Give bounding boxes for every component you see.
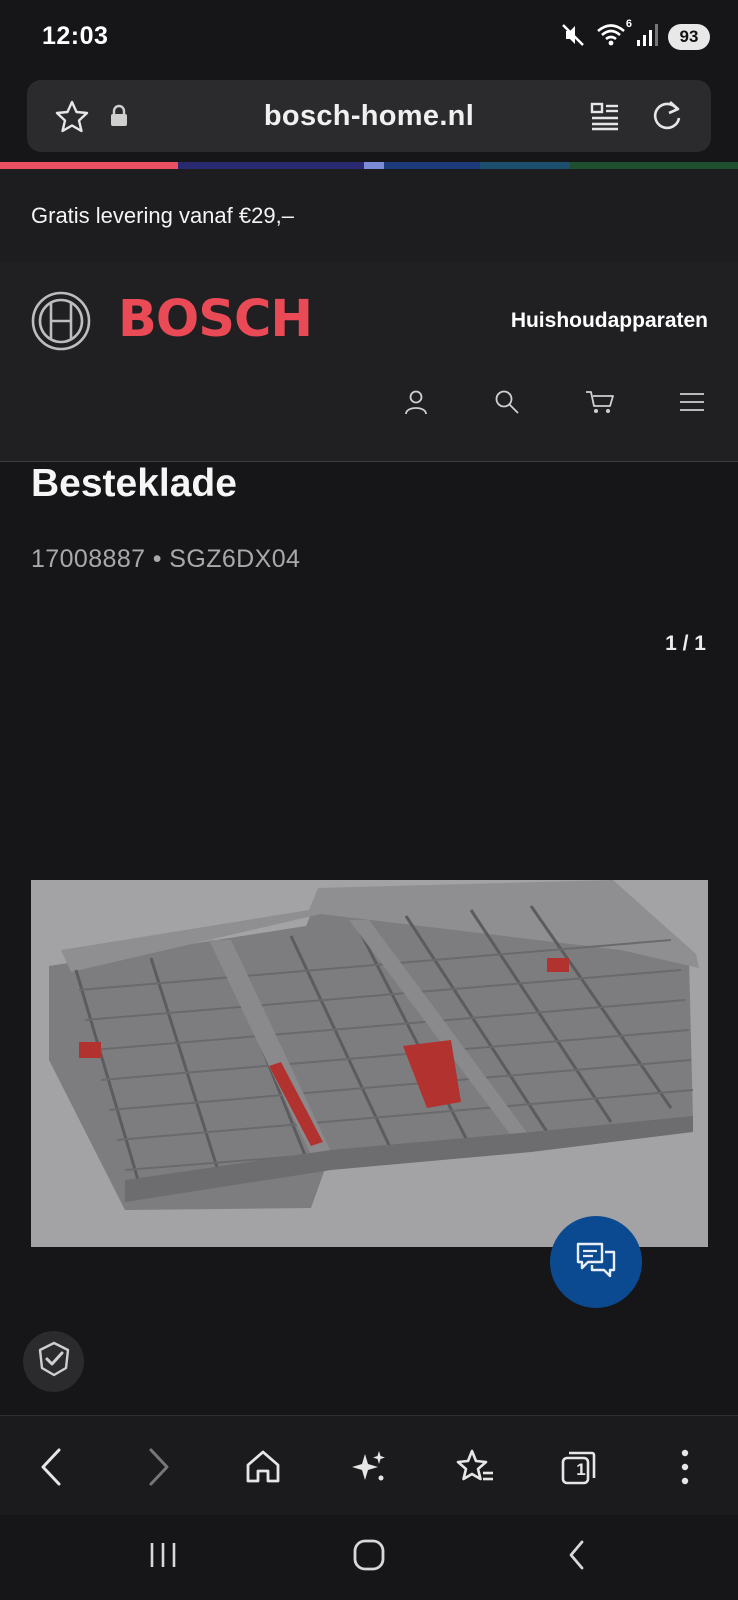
product-subtitle: 17008887 • SGZ6DX04: [31, 545, 301, 573]
product-title: Besteklade: [31, 462, 237, 505]
site-header: BOSCH Huishoudapparaten: [0, 262, 738, 462]
mute-icon: [560, 22, 586, 53]
chat-icon: [574, 1240, 618, 1285]
status-time: 12:03: [42, 22, 109, 50]
home-pill-icon[interactable]: [344, 1533, 394, 1577]
user-icon[interactable]: [396, 382, 436, 422]
reload-icon[interactable]: [649, 98, 685, 139]
bosch-logo[interactable]: BOSCH: [118, 290, 313, 349]
home-icon[interactable]: [240, 1444, 286, 1490]
page-load-progress: [0, 162, 738, 169]
gallery-counter: 1 / 1: [665, 632, 706, 655]
wifi-badge: 6: [625, 17, 632, 30]
checkmark-badge-icon: [35, 1340, 73, 1383]
more-icon[interactable]: [662, 1444, 708, 1490]
bosch-emblem-icon[interactable]: [31, 291, 91, 351]
wifi-icon: 6: [596, 18, 632, 53]
reader-mode-icon[interactable]: [589, 100, 621, 137]
chat-button[interactable]: [550, 1216, 642, 1308]
system-back-icon[interactable]: [552, 1533, 602, 1577]
ai-sparkle-icon[interactable]: [346, 1444, 392, 1490]
header-icons: [0, 382, 738, 422]
promo-text: Gratis levering vanaf €29,–: [31, 203, 294, 228]
cart-icon[interactable]: [580, 382, 620, 422]
status-icons: 6 93: [560, 18, 710, 53]
status-bar: 12:03 6 93: [0, 0, 738, 74]
promo-bar: Gratis levering vanaf €29,–: [0, 169, 738, 262]
recents-icon[interactable]: [138, 1533, 188, 1577]
battery-indicator: 93: [668, 24, 710, 50]
forward-icon[interactable]: [136, 1444, 182, 1490]
menu-icon[interactable]: [672, 382, 712, 422]
back-icon[interactable]: [28, 1444, 74, 1490]
nav-category-link[interactable]: Huishoudapparaten: [511, 309, 708, 333]
browser-toolbar: 1: [0, 1415, 738, 1515]
search-icon[interactable]: [487, 382, 527, 422]
signal-icon: [636, 23, 658, 52]
url-bar[interactable]: bosch-home.nl: [27, 80, 711, 152]
tabs-count: 1: [576, 1460, 586, 1479]
system-navigation-bar: [0, 1515, 738, 1600]
bookmarks-icon[interactable]: [452, 1444, 498, 1490]
trust-badge-button[interactable]: [23, 1331, 84, 1392]
tabs-icon[interactable]: 1: [556, 1444, 602, 1490]
cutlery-tray-image[interactable]: [31, 880, 708, 1247]
